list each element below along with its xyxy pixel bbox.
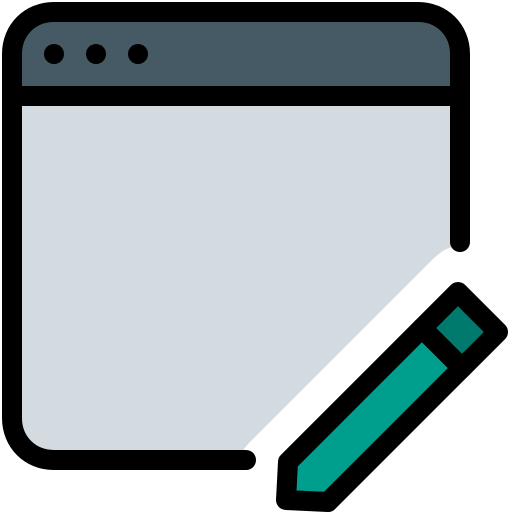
title-bar: [12, 12, 460, 96]
window-controls: [44, 44, 148, 64]
icon-canvas: [0, 0, 512, 512]
window-control-dot: [128, 44, 148, 64]
browser-window-edit-icon: [2, 2, 508, 512]
window-control-dot: [44, 44, 64, 64]
window-control-dot: [86, 44, 106, 64]
